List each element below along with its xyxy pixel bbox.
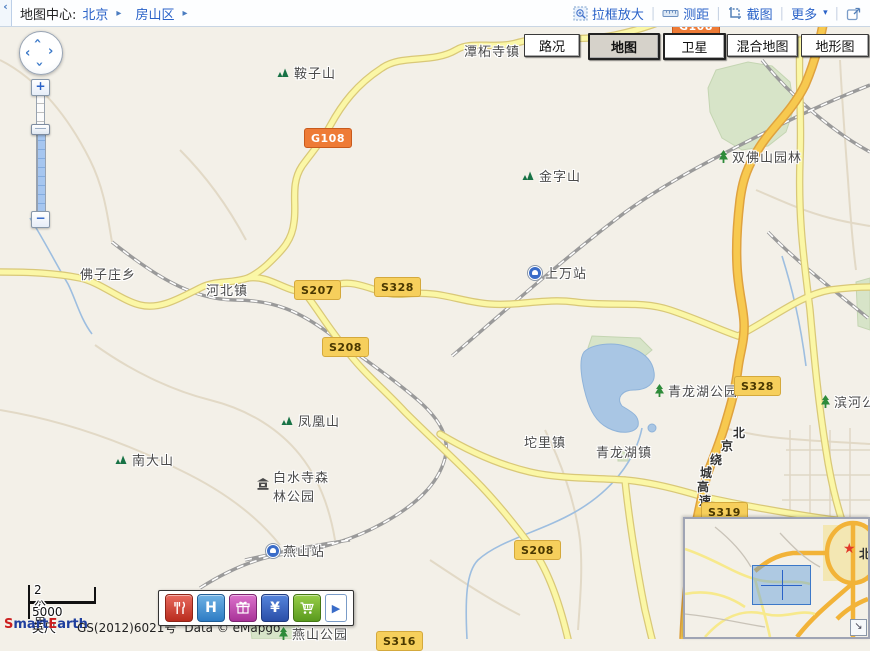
station-label-yanshan: 燕山站	[266, 541, 325, 560]
road-badge-s328-west: S328	[374, 277, 421, 297]
zoom-out-button[interactable]: −	[31, 211, 50, 228]
zoom-slider-handle[interactable]	[31, 124, 50, 135]
road-badge-s208-north: S208	[322, 337, 369, 357]
minimap-viewport-rect[interactable]	[752, 565, 811, 605]
map-type-hybrid-button[interactable]: 混合地图	[727, 34, 798, 57]
minimap-collapse-button[interactable]: ↘	[850, 619, 867, 636]
road-badge-g108: G108	[304, 128, 352, 148]
hotel-poi-button[interactable]: H	[197, 594, 225, 622]
popout-window-icon	[846, 6, 862, 21]
pan-right-icon[interactable]: ›	[48, 47, 53, 57]
expressway-name-char: 京	[721, 437, 733, 454]
road-badge-s328-east: S328	[734, 376, 781, 396]
minimap-city-label: 北	[859, 545, 870, 562]
measure-tool-button[interactable]: 测距	[662, 4, 709, 23]
minimap-city-star-icon: ★	[843, 541, 856, 557]
supermarket-poi-button[interactable]	[293, 594, 321, 622]
toolbar-separator: |	[780, 6, 784, 21]
mountain-icon	[280, 415, 295, 426]
park-label-qinglonghu-park: 青龙湖公园	[654, 381, 738, 400]
town-label-tanzhesi: 潭柘寺镇	[464, 41, 520, 60]
station-label-shangwan: 上万站	[528, 263, 587, 282]
map-center-breadcrumb: 地图中心: 北京 ▸ 房山区 ▸	[12, 4, 195, 23]
ruler-icon	[662, 7, 679, 20]
breadcrumb-arrow-icon[interactable]: ▸	[116, 8, 121, 19]
station-icon	[528, 266, 542, 280]
temple-icon	[256, 478, 270, 490]
zoom-slider-fill	[37, 132, 46, 212]
top-toolbar: ‹ 地图中心: 北京 ▸ 房山区 ▸ 拉框放大 | 测距 |	[0, 0, 870, 27]
toolbar-separator: |	[835, 6, 839, 21]
mountain-label-anzishan: 鞍子山	[276, 63, 336, 82]
collapse-chevron-icon: ‹	[3, 0, 8, 14]
pan-down-icon[interactable]: ›	[34, 61, 44, 66]
pan-control[interactable]: › › › ›	[19, 31, 63, 75]
pan-up-icon[interactable]: ›	[34, 38, 44, 43]
park-label-baishuisi: 白水寺森林公园	[256, 470, 329, 508]
breadcrumb-district-link[interactable]: 房山区	[135, 4, 174, 23]
park-label-yanshan-park: 燕山公园	[278, 624, 348, 643]
popout-window-button[interactable]	[846, 6, 862, 21]
more-tool-button[interactable]: 更多 ▾	[791, 4, 828, 23]
smartearth-logo: SmartEarth	[4, 617, 88, 632]
town-label-hebei: 河北镇	[206, 280, 248, 299]
toolbar-separator: |	[651, 6, 655, 21]
mountain-icon	[114, 454, 129, 465]
toolbar-separator: |	[716, 6, 720, 21]
zoom-in-button[interactable]: +	[31, 79, 50, 96]
park-label-binhe: 滨河公	[820, 392, 870, 411]
mountain-label-fenghuangshan: 凤凰山	[280, 411, 340, 430]
road-badge-s316: S316	[376, 631, 423, 651]
road-badge-s208-south: S208	[514, 540, 561, 560]
breadcrumb-city-link[interactable]: 北京	[82, 4, 108, 23]
collapse-arrow-icon: ↘	[854, 621, 862, 632]
town-label-tuoli: 坨里镇	[524, 432, 566, 451]
map-center-label: 地图中心:	[20, 4, 76, 23]
map-type-traffic-button[interactable]: 路况	[524, 34, 580, 57]
cart-icon	[299, 600, 315, 616]
map-type-satellite-button[interactable]: 卫星	[663, 33, 726, 60]
map-application: { "topbar": { "collapse_icon": "‹", "map…	[0, 0, 870, 639]
gift-icon	[235, 600, 251, 616]
breadcrumb-arrow-icon[interactable]: ▸	[182, 8, 187, 19]
tree-icon	[654, 384, 665, 398]
mountain-icon	[276, 67, 291, 78]
gift-poi-button[interactable]	[229, 594, 257, 622]
road-badge-s207: S207	[294, 280, 341, 300]
restaurant-icon	[171, 600, 187, 616]
snapshot-tool-button[interactable]: 截图	[728, 4, 773, 23]
overview-minimap[interactable]: ★ 北 ↘	[683, 517, 870, 639]
town-label-fozizhuang: 佛子庄乡	[80, 264, 136, 283]
pan-left-icon[interactable]: ›	[25, 47, 30, 57]
snapshot-icon	[728, 6, 743, 20]
zoom-box-icon	[573, 6, 588, 21]
tree-icon	[820, 395, 831, 409]
tree-icon	[718, 150, 729, 164]
mountain-label-nandashan: 南大山	[114, 450, 174, 469]
dropdown-arrow-icon: ▾	[823, 8, 828, 18]
restaurant-poi-button[interactable]	[165, 594, 193, 622]
poi-toolbar: H ¥ ▶	[158, 590, 354, 626]
toolbar-actions: 拉框放大 | 测距 | 截图 | 更多 ▾ |	[573, 4, 870, 23]
mountain-label-jinzishan: 金字山	[521, 166, 581, 185]
bank-poi-button[interactable]: ¥	[261, 594, 289, 622]
expressway-name-char: 北	[733, 424, 745, 441]
town-label-qinglonghu: 青龙湖镇	[596, 442, 652, 461]
station-icon	[266, 544, 280, 558]
mountain-icon	[521, 170, 536, 181]
park-label-shuangfoshan: 双佛山园林	[718, 147, 802, 166]
panel-collapse-button[interactable]: ‹	[0, 0, 12, 26]
map-type-terrain-button[interactable]: 地形图	[801, 34, 869, 57]
map-type-map-button[interactable]: 地图	[588, 33, 660, 60]
zoom-box-tool-button[interactable]: 拉框放大	[573, 4, 644, 23]
poi-toolbar-expand-button[interactable]: ▶	[325, 594, 347, 622]
